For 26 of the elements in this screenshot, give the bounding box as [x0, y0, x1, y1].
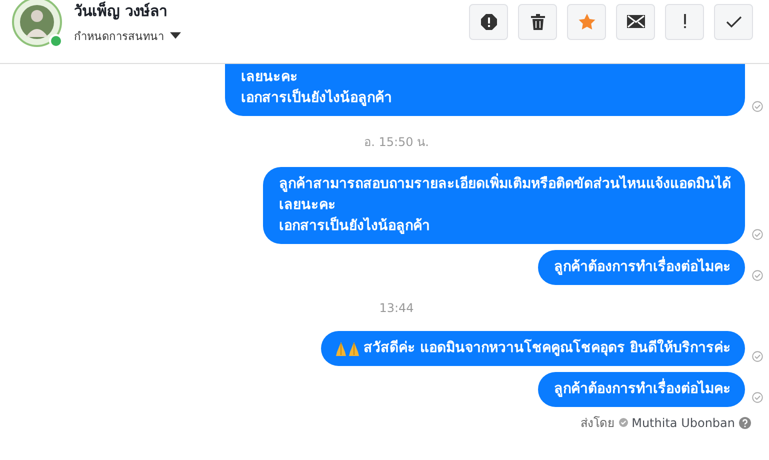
agent-name: Muthita Ubonban — [632, 416, 735, 430]
check-icon — [726, 16, 742, 28]
envelope-icon — [626, 15, 644, 28]
trash-icon — [530, 14, 544, 30]
exclamation-icon — [682, 14, 686, 29]
star-icon — [578, 12, 596, 30]
caret-icon — [170, 32, 181, 39]
trash-button[interactable] — [518, 4, 557, 40]
message-bubble: สวัสดีค่ะ แอดมินจากหวานโชคคูณโชคอุดร ยินดีให้บริการค่ะ — [321, 331, 745, 366]
alert-icon — [480, 14, 496, 30]
message-bubble: ลูกค้าต้องการทำเรื่องต่อไมคะ — [538, 250, 745, 285]
avatar — [12, 0, 62, 46]
contact-name: วันเพ็ญ วงษ์ลา — [74, 0, 168, 22]
alert-button[interactable] — [469, 4, 508, 40]
check-circle-icon — [618, 418, 628, 427]
sent-by-label: ส่งโดย — [580, 415, 615, 432]
conversation-menu[interactable]: กำหนดการสนทนา — [74, 26, 181, 44]
timestamp: 13:44 — [379, 301, 414, 315]
message-bubble: ลูกค้าสามารถสอบถามรายละเอียดเพิ่มเติมหรือติดขัดส่วนไหนแจ้งแอดมินได้ เลยนะคะ เอกสารเป็นยังไงน้อลูกค้า — [263, 167, 745, 244]
help-icon[interactable] — [739, 416, 751, 428]
message-bubble: เลยนะคะ เอกสารเป็นยังไงน้อลูกค้า — [225, 64, 745, 116]
done-button[interactable] — [714, 4, 753, 40]
message-bubble: ลูกค้าต้องการทำเรื่องต่อไมคะ — [538, 372, 745, 407]
star-button[interactable] — [567, 4, 606, 40]
mail-button[interactable] — [616, 4, 655, 40]
timestamp: อ. 15:50 น. — [364, 134, 429, 151]
